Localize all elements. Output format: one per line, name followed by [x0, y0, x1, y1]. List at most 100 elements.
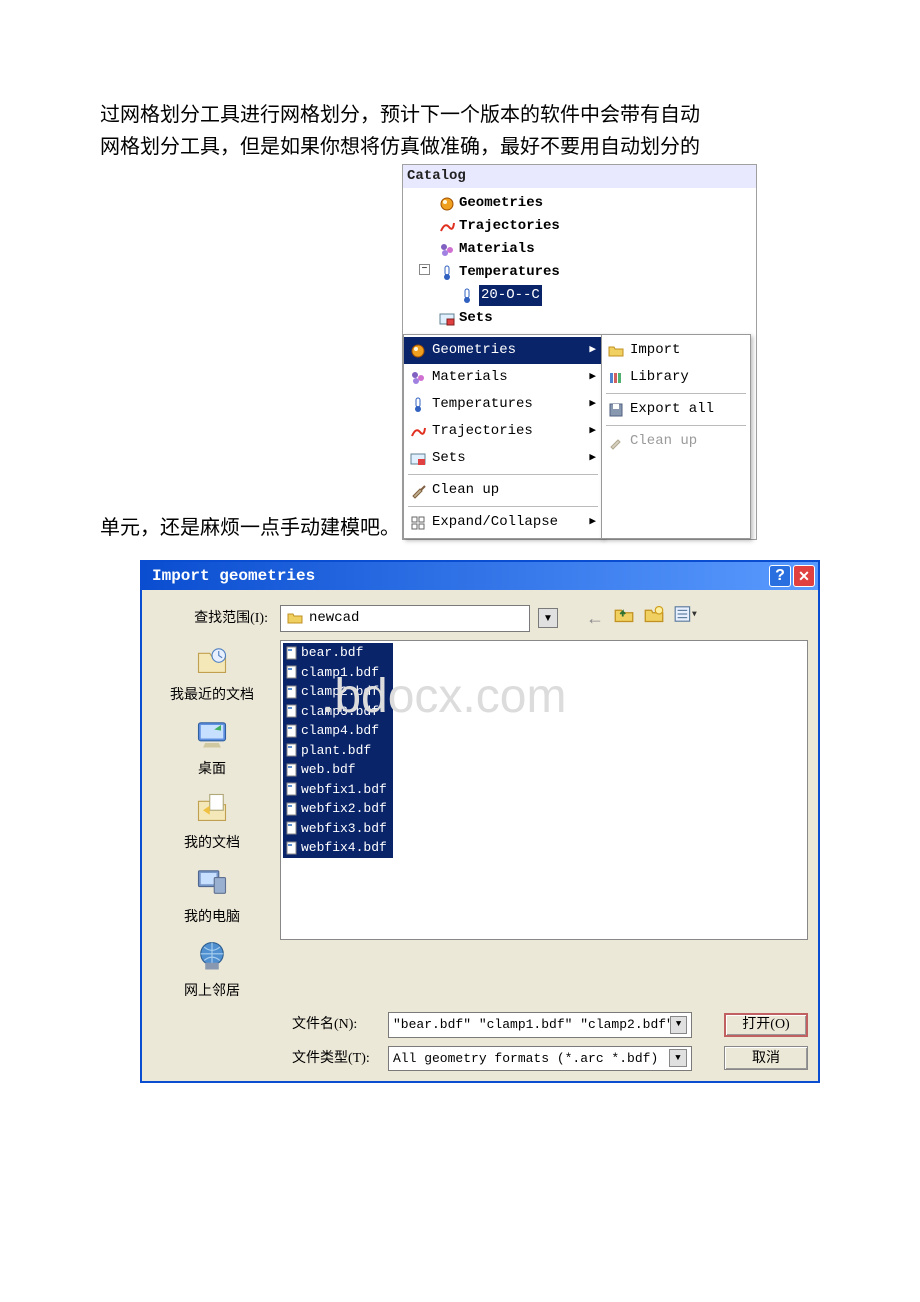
file-name: webfix1.bdf — [301, 780, 387, 800]
sets-icon — [410, 451, 426, 467]
broom-icon — [608, 434, 624, 450]
library-icon — [608, 370, 624, 386]
tree-label: Temperatures — [459, 262, 560, 283]
place-documents[interactable]: 我的文档 — [184, 790, 240, 854]
menu-label: Expand/Collapse — [432, 512, 558, 533]
tree-item-trajectories[interactable]: Trajectories — [411, 215, 756, 238]
file-item[interactable]: webfix4.bdf — [283, 838, 393, 858]
help-button[interactable]: ? — [769, 565, 791, 587]
tree-item-materials[interactable]: Materials — [411, 238, 756, 261]
file-icon — [285, 782, 299, 796]
place-recent[interactable]: 我最近的文档 — [170, 642, 254, 706]
file-icon — [285, 743, 299, 757]
file-item[interactable]: plant.bdf — [283, 741, 393, 761]
chevron-right-icon: ▶ — [589, 396, 596, 413]
place-label: 桌面 — [194, 759, 230, 780]
file-icon — [285, 646, 299, 660]
file-name: webfix3.bdf — [301, 819, 387, 839]
filename-input[interactable]: "bear.bdf" "clamp1.bdf" "clamp2.bdf" " ▼ — [388, 1012, 692, 1038]
back-icon[interactable]: ← — [586, 605, 604, 632]
trajectory-icon — [410, 424, 426, 440]
submenu-item-import[interactable]: Import — [602, 337, 750, 364]
filetype-value: All geometry formats (*.arc *.bdf) — [393, 1049, 658, 1069]
temperature-icon — [459, 288, 475, 304]
cancel-button[interactable]: 取消 — [724, 1046, 808, 1070]
view-menu-icon[interactable] — [674, 604, 698, 632]
chevron-down-icon[interactable]: ▼ — [670, 1016, 687, 1034]
dialog-title-text: Import geometries — [152, 564, 315, 588]
file-list[interactable]: .bdocx.com bear.bdfclamp1.bdfclamp2.bdfc… — [280, 640, 808, 940]
catalog-panel: Catalog Geometries Trajectories — [402, 164, 757, 540]
file-name: clamp4.bdf — [301, 721, 379, 741]
file-item[interactable]: clamp3.bdf — [283, 702, 393, 722]
file-item[interactable]: webfix2.bdf — [283, 799, 393, 819]
broom-icon — [410, 483, 426, 499]
chevron-down-icon[interactable]: ▼ — [669, 1049, 687, 1067]
close-button[interactable]: ✕ — [793, 565, 815, 587]
up-folder-icon[interactable] — [614, 604, 634, 632]
filetype-label: 文件类型(T): — [152, 1048, 382, 1069]
filename-value: "bear.bdf" "clamp1.bdf" "clamp2.bdf" " — [393, 1015, 670, 1035]
collapse-icon[interactable]: − — [419, 264, 430, 275]
sets-icon — [439, 311, 455, 327]
file-item[interactable]: bear.bdf — [283, 643, 393, 663]
paragraph-1-line-2: 网格划分工具，但是如果你想将仿真做准确，最好不要用自动划分的 — [100, 132, 820, 162]
tree-item-sets[interactable]: Sets — [411, 307, 756, 330]
computer-icon — [194, 864, 230, 900]
new-folder-icon[interactable] — [644, 604, 664, 632]
file-name: clamp1.bdf — [301, 663, 379, 683]
context-menu[interactable]: Geometries ▶ Materials ▶ T — [403, 334, 603, 539]
menu-item-temperatures[interactable]: Temperatures ▶ — [404, 391, 602, 418]
file-icon — [285, 802, 299, 816]
context-menu-group: Geometries ▶ Materials ▶ T — [403, 334, 756, 539]
file-item[interactable]: clamp2.bdf — [283, 682, 393, 702]
file-item[interactable]: web.bdf — [283, 760, 393, 780]
import-dialog: Import geometries ? ✕ 查找范围(I): newcad ▼ … — [140, 560, 820, 1083]
place-computer[interactable]: 我的电脑 — [184, 864, 240, 928]
menu-item-expand[interactable]: Expand/Collapse ▶ — [404, 509, 602, 536]
menu-label-disabled: Clean up — [630, 431, 697, 452]
tree-item-temperatures[interactable]: − Temperatures — [411, 261, 756, 284]
tree-item-geometries[interactable]: Geometries — [411, 192, 756, 215]
menu-item-sets[interactable]: Sets ▶ — [404, 445, 602, 472]
file-item[interactable]: webfix3.bdf — [283, 819, 393, 839]
place-desktop[interactable]: 桌面 — [194, 716, 230, 780]
submenu-item-export[interactable]: Export all — [602, 396, 750, 423]
file-name: clamp3.bdf — [301, 702, 379, 722]
place-label: 我最近的文档 — [170, 685, 254, 706]
submenu-item-cleanup[interactable]: Clean up — [602, 428, 750, 455]
place-label: 我的文档 — [184, 833, 240, 854]
open-button[interactable]: 打开(O) — [724, 1013, 808, 1037]
menu-label: Import — [630, 340, 680, 361]
tree-label-selected: 20-O--C — [479, 285, 542, 306]
menu-label: Trajectories — [432, 421, 533, 442]
place-label: 网上邻居 — [184, 981, 240, 1002]
context-submenu[interactable]: Import Library Export all — [601, 334, 751, 539]
tree-label: Trajectories — [459, 216, 560, 237]
tree-item-temp-child[interactable]: 20-O--C — [411, 284, 756, 307]
file-item[interactable]: webfix1.bdf — [283, 780, 393, 800]
chevron-right-icon: ▶ — [589, 423, 596, 440]
file-item[interactable]: clamp4.bdf — [283, 721, 393, 741]
materials-icon — [410, 370, 426, 386]
place-label: 我的电脑 — [184, 907, 240, 928]
file-name: clamp2.bdf — [301, 682, 379, 702]
menu-label: Temperatures — [432, 394, 533, 415]
submenu-item-library[interactable]: Library — [602, 364, 750, 391]
menu-item-trajectories[interactable]: Trajectories ▶ — [404, 418, 602, 445]
filetype-combobox[interactable]: All geometry formats (*.arc *.bdf) ▼ — [388, 1046, 692, 1072]
catalog-tree[interactable]: Geometries Trajectories Materials − — [403, 188, 756, 334]
file-item[interactable]: clamp1.bdf — [283, 663, 393, 683]
tree-label: Materials — [459, 239, 535, 260]
lookin-dropdown-btn[interactable]: ▼ — [538, 608, 558, 628]
lookin-combobox[interactable]: newcad — [280, 605, 530, 632]
menu-item-geometries[interactable]: Geometries ▶ — [404, 337, 602, 364]
dialog-titlebar[interactable]: Import geometries ? ✕ — [142, 562, 818, 590]
file-icon — [285, 821, 299, 835]
menu-item-materials[interactable]: Materials ▶ — [404, 364, 602, 391]
trajectory-icon — [439, 219, 455, 235]
place-network[interactable]: 网上邻居 — [184, 938, 240, 1002]
filename-label: 文件名(N): — [152, 1014, 382, 1035]
file-name: bear.bdf — [301, 643, 363, 663]
menu-item-cleanup[interactable]: Clean up — [404, 477, 602, 504]
